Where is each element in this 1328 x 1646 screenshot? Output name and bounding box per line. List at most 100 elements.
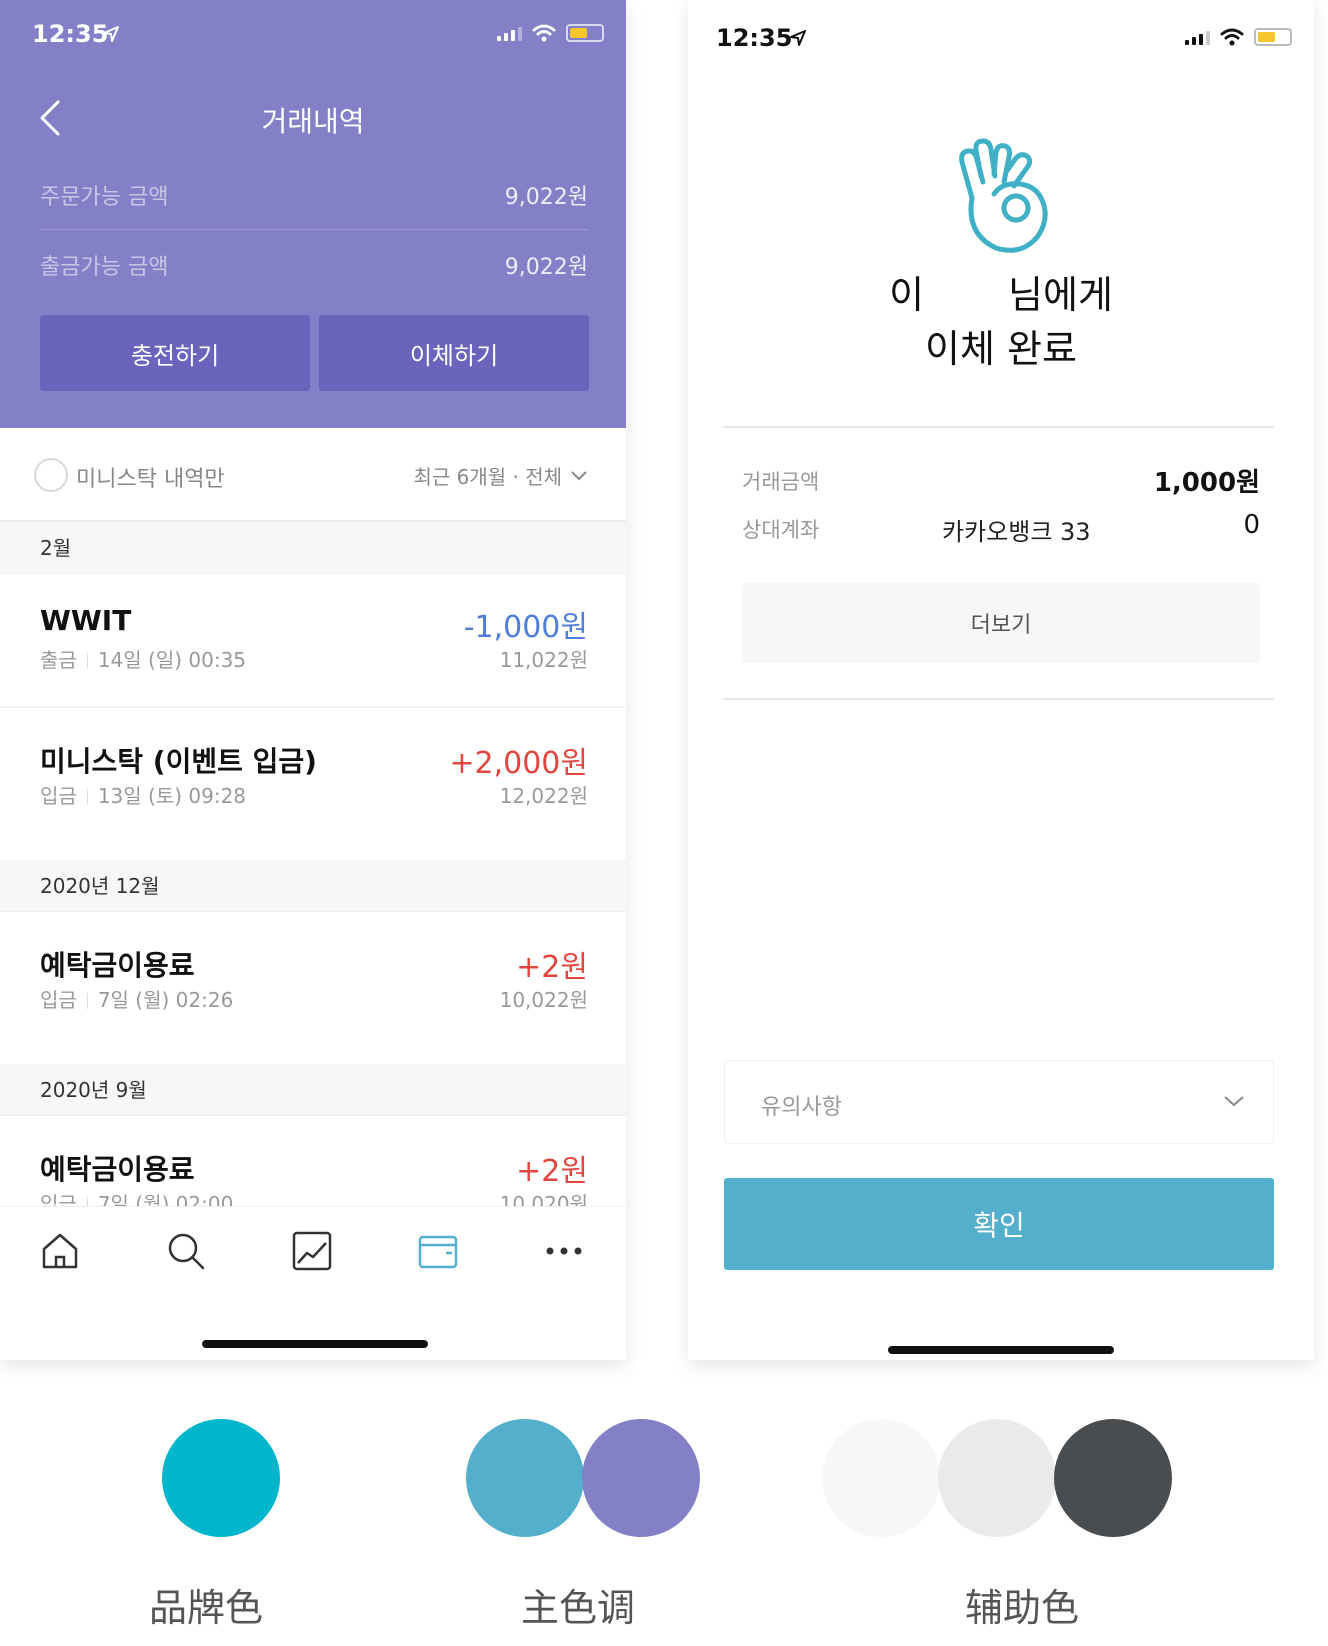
section-header-feb: 2월 bbox=[0, 522, 626, 574]
ok-hand-icon bbox=[959, 138, 1048, 253]
counterparty-account-number: 0 bbox=[1243, 510, 1260, 540]
home-indicator bbox=[888, 1346, 1114, 1354]
status-bar: 12:35 bbox=[0, 0, 626, 70]
wifi-icon bbox=[1220, 28, 1244, 46]
transaction-balance: 11,022원 bbox=[499, 648, 588, 672]
orderable-amount-label: 주문가능 금액 bbox=[40, 184, 169, 210]
transaction-datetime: 14일 (일) 00:35 bbox=[97, 648, 247, 672]
transaction-amount-value: 1,000원 bbox=[1153, 468, 1260, 498]
transaction-name: WWIT bbox=[40, 604, 132, 637]
divider bbox=[0, 706, 626, 708]
transaction-amount: +2원 bbox=[516, 950, 588, 985]
wallet-icon[interactable] bbox=[416, 1229, 460, 1273]
filter-row: 미니스탁 내역만 최근 6개월 · 전체 bbox=[0, 428, 626, 522]
transaction-meta: 출금 14일 (일) 00:35 bbox=[40, 644, 246, 673]
transfer-complete-screen: 12:35 이 님에게 이체 완료 거래금액 1,000원 상대계좌 카카오뱅크… bbox=[688, 0, 1314, 1360]
counterparty-account-label: 상대계좌 bbox=[742, 518, 820, 542]
transaction-meta: 입금 13일 (토) 09:28 bbox=[40, 780, 246, 809]
transaction-type: 출금 bbox=[40, 648, 77, 672]
transfer-recipient-title: 이 님에게 bbox=[688, 264, 1314, 319]
signal-icon bbox=[497, 25, 522, 41]
secondary-color-label: 辅助色 bbox=[964, 1586, 1079, 1630]
location-arrow-icon bbox=[103, 26, 119, 42]
search-icon[interactable] bbox=[164, 1229, 208, 1273]
status-time: 12:35 bbox=[32, 20, 109, 48]
notice-accordion[interactable]: 유의사항 bbox=[724, 1060, 1274, 1144]
tab-bar bbox=[0, 1206, 626, 1360]
transaction-amount: +2원 bbox=[516, 1154, 588, 1189]
page-title: 거래내역 bbox=[261, 105, 365, 138]
secondary-color-swatch-1 bbox=[822, 1419, 940, 1537]
chevron-down-icon bbox=[1224, 1096, 1244, 1107]
transaction-row[interactable]: 미니스탁 (이벤트 입금) 입금 13일 (토) 09:28 +2,000원 12… bbox=[0, 740, 626, 834]
orderable-amount-value: 9,022원 bbox=[504, 184, 588, 210]
brand-color-label: 品牌色 bbox=[148, 1586, 263, 1630]
withdrawable-amount-value: 9,022원 bbox=[504, 255, 588, 280]
battery-icon bbox=[1254, 28, 1292, 46]
notice-label: 유의사항 bbox=[761, 1095, 842, 1120]
transaction-datetime: 7일 (월) 02:26 bbox=[97, 988, 234, 1012]
divider bbox=[724, 426, 1274, 428]
charge-button[interactable]: 충전하기 bbox=[40, 315, 310, 391]
status-time: 12:35 bbox=[716, 24, 793, 52]
title-prefix: 이 bbox=[889, 273, 925, 317]
transaction-amount-label: 거래금액 bbox=[742, 470, 820, 494]
primary-color-label: 主色调 bbox=[520, 1586, 635, 1630]
transaction-name: 미니스탁 (이벤트 입금) bbox=[40, 745, 317, 778]
transaction-row[interactable]: 예탁금이용료 입금 7일 (월) 02:26 +2원 10,022원 bbox=[0, 944, 626, 1038]
divider bbox=[724, 698, 1274, 700]
transaction-history-screen: 12:35 거래내역 주문가능 금액 9,022원 출금가능 금액 9,022원… bbox=[0, 0, 626, 1360]
withdrawable-amount-label: 출금가능 금액 bbox=[40, 255, 169, 280]
counterparty-account-row: 상대계좌 카카오뱅크 33 0 bbox=[742, 504, 1260, 554]
transaction-amount: -1,000원 bbox=[463, 610, 588, 645]
transaction-datetime: 13일 (토) 09:28 bbox=[97, 784, 247, 808]
brand-color-swatch bbox=[162, 1419, 280, 1537]
transaction-balance: 10,020원 bbox=[499, 1192, 588, 1206]
title-suffix: 님에게 bbox=[1008, 273, 1113, 317]
transaction-row[interactable]: WWIT 출금 14일 (일) 00:35 -1,000원 11,022원 bbox=[0, 604, 626, 698]
period-filter-label: 최근 6개월 · 전체 bbox=[413, 465, 562, 489]
ministock-only-label[interactable]: 미니스탁 내역만 bbox=[76, 461, 225, 493]
transaction-balance: 10,022원 bbox=[499, 988, 588, 1012]
transfer-button[interactable]: 이체하기 bbox=[319, 315, 589, 391]
transaction-name: 예탁금이용료 bbox=[40, 949, 195, 982]
location-arrow-icon bbox=[790, 30, 806, 46]
signal-icon bbox=[1185, 29, 1210, 45]
primary-color-swatch-2 bbox=[582, 1419, 700, 1537]
battery-icon bbox=[566, 24, 604, 42]
transaction-meta: 입금 7일 (월) 02:00 bbox=[40, 1188, 233, 1206]
chart-icon[interactable] bbox=[290, 1229, 334, 1273]
chevron-down-icon bbox=[571, 470, 587, 480]
more-icon[interactable] bbox=[542, 1229, 586, 1273]
secondary-color-swatch-2 bbox=[938, 1419, 1056, 1537]
secondary-color-swatch-3 bbox=[1054, 1419, 1172, 1537]
ministock-only-checkbox[interactable] bbox=[34, 458, 68, 492]
transaction-type: 입금 bbox=[40, 784, 77, 808]
transaction-amount: +2,000원 bbox=[449, 746, 588, 781]
transfer-complete-title: 이체 완료 bbox=[925, 327, 1077, 371]
home-icon[interactable] bbox=[38, 1229, 82, 1273]
status-icons bbox=[1185, 28, 1292, 46]
more-button[interactable]: 더보기 bbox=[742, 583, 1260, 663]
transaction-row[interactable]: 예탁금이용료 입금 7일 (월) 02:00 +2원 10,020원 bbox=[0, 1148, 626, 1206]
primary-color-swatch-1 bbox=[466, 1419, 584, 1537]
status-icons bbox=[497, 24, 604, 42]
confirm-button[interactable]: 확인 bbox=[724, 1178, 1274, 1270]
transaction-type: 입금 bbox=[40, 1192, 77, 1206]
transaction-name: 예탁금이용료 bbox=[40, 1153, 195, 1186]
transaction-meta: 입금 7일 (월) 02:26 bbox=[40, 984, 233, 1013]
status-bar: 12:35 bbox=[688, 0, 1314, 70]
counterparty-bank: 카카오뱅크 33 bbox=[942, 518, 1091, 546]
withdrawable-amount-row: 출금가능 금액 9,022원 bbox=[40, 230, 588, 300]
section-header-dec-2020: 2020년 12월 bbox=[0, 860, 626, 912]
period-filter-dropdown[interactable]: 최근 6개월 · 전체 bbox=[413, 461, 588, 490]
transaction-type: 입금 bbox=[40, 988, 77, 1012]
transaction-balance: 12,022원 bbox=[499, 784, 588, 808]
home-indicator bbox=[202, 1340, 428, 1348]
wifi-icon bbox=[532, 24, 556, 42]
transaction-amount-row: 거래금액 1,000원 bbox=[742, 456, 1260, 506]
section-header-sep-2020: 2020년 9월 bbox=[0, 1064, 626, 1116]
transaction-datetime: 7일 (월) 02:00 bbox=[97, 1192, 234, 1206]
orderable-amount-row: 주문가능 금액 9,022원 bbox=[40, 160, 588, 230]
header-panel: 12:35 거래내역 주문가능 금액 9,022원 출금가능 금액 9,022원… bbox=[0, 0, 626, 428]
